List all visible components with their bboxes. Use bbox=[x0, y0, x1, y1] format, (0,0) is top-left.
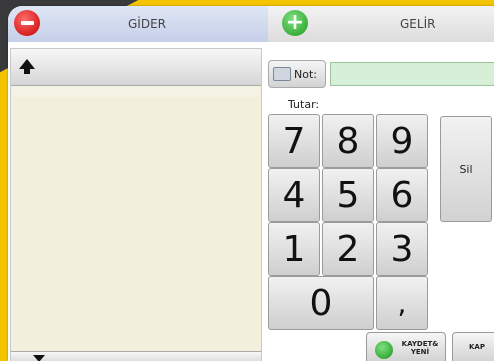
key-0[interactable]: 0 bbox=[268, 276, 374, 330]
key-2[interactable]: 2 bbox=[322, 222, 374, 276]
close-button-label: KAP bbox=[469, 343, 485, 351]
note-button-label: Not: bbox=[294, 67, 317, 81]
key-comma[interactable]: , bbox=[376, 276, 428, 330]
key-5[interactable]: 5 bbox=[322, 168, 374, 222]
scroll-up-button[interactable] bbox=[11, 49, 261, 86]
note-button[interactable]: Not: bbox=[268, 60, 326, 88]
key-6[interactable]: 6 bbox=[376, 168, 428, 222]
tab-bar: GİDER + GELİR bbox=[8, 6, 494, 42]
arrow-up-icon-stem bbox=[24, 69, 30, 74]
entry-panel: Not: Tutar: 7 8 9 4 5 6 1 2 3 0 , Sil KA… bbox=[264, 46, 494, 361]
tab-gelir-label: GELİR bbox=[400, 17, 436, 31]
tab-gider[interactable]: GİDER bbox=[8, 6, 268, 42]
note-icon bbox=[273, 67, 291, 81]
category-list-panel bbox=[10, 48, 262, 361]
key-1[interactable]: 1 bbox=[268, 222, 320, 276]
numeric-keypad: 7 8 9 4 5 6 1 2 3 0 , bbox=[268, 114, 434, 361]
arrow-up-icon bbox=[19, 59, 35, 69]
app-window: GİDER + GELİR Not: Tutar: 7 8 9 4 5 6 1 … bbox=[8, 6, 494, 361]
tab-gelir[interactable]: + GELİR bbox=[268, 6, 494, 42]
tab-gider-label: GİDER bbox=[128, 17, 166, 31]
check-circle-icon bbox=[375, 341, 393, 359]
scroll-down-button[interactable] bbox=[11, 351, 261, 361]
key-9[interactable]: 9 bbox=[376, 114, 428, 168]
key-3[interactable]: 3 bbox=[376, 222, 428, 276]
arrow-down-icon bbox=[33, 355, 45, 361]
key-4[interactable]: 4 bbox=[268, 168, 320, 222]
category-list[interactable] bbox=[11, 97, 261, 357]
key-7[interactable]: 7 bbox=[268, 114, 320, 168]
close-button[interactable]: KAP bbox=[452, 332, 494, 361]
save-and-new-label: KAYDET& YENİ bbox=[401, 340, 439, 356]
plus-circle-icon: + bbox=[282, 10, 308, 36]
amount-label: Tutar: bbox=[288, 98, 320, 111]
delete-button[interactable]: Sil bbox=[440, 116, 492, 222]
note-field[interactable] bbox=[330, 62, 494, 86]
save-and-new-button[interactable]: KAYDET& YENİ bbox=[366, 332, 446, 361]
key-8[interactable]: 8 bbox=[322, 114, 374, 168]
minus-circle-icon bbox=[14, 10, 40, 36]
